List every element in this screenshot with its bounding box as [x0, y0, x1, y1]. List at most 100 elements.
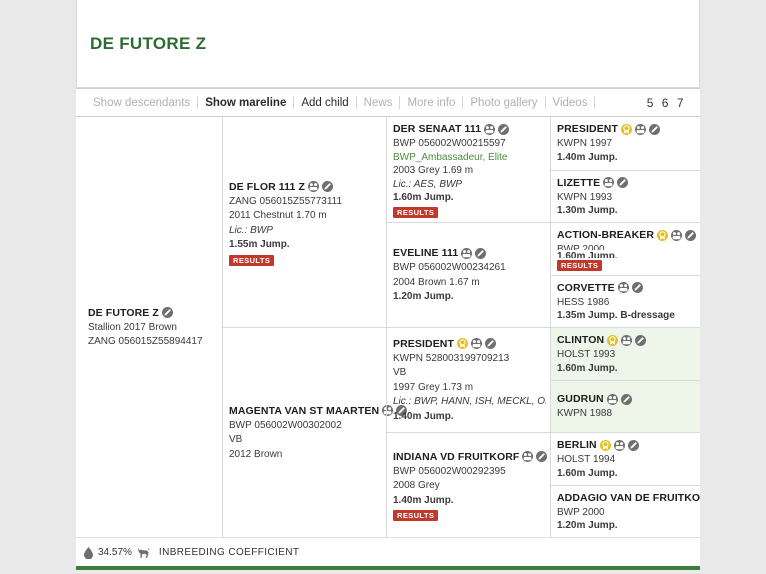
pedigree-icon[interactable] [613, 439, 625, 451]
edit-icon[interactable] [475, 247, 487, 259]
pedigree-cell[interactable]: CLINTON HOLST 1993 1.60m Jump. [551, 327, 700, 380]
pedigree-icon[interactable] [606, 393, 618, 405]
horse-name[interactable]: PRESIDENT [393, 338, 454, 350]
edit-icon[interactable] [620, 393, 632, 405]
pedigree-icon[interactable] [461, 247, 473, 259]
title-card: DE FUTORE Z [76, 0, 700, 88]
pedigree-icon[interactable] [617, 282, 629, 293]
horse-detail-line: BWP 056002W00234261 [393, 262, 506, 274]
horse-detail-line: KWPN 528003199709213 [393, 352, 510, 364]
horse-name[interactable]: ADDAGIO VAN DE FRUITKORF [557, 492, 700, 504]
pedigree-cell[interactable]: ACTION-BREAKER BWP 2000 1.60m Jump. RESULTS [551, 222, 700, 275]
pedigree-cell[interactable]: DER SENAAT 111 BWP 056002W00215597 BWP_Amb… [387, 117, 550, 222]
edit-icon[interactable] [649, 123, 660, 135]
nav-item-add-child[interactable]: Add child [294, 97, 355, 109]
pedigree-cell[interactable]: MAGENTA VAN ST MAARTEN BWP 056002W0030200… [223, 327, 408, 537]
horse-name[interactable]: GUDRUN [557, 393, 604, 405]
pedigree-icon[interactable] [621, 334, 633, 346]
horse-detail-line: Stallion 2017 Brown [88, 321, 177, 333]
horse-detail-line: Lic.: AES, BWP [393, 178, 463, 190]
edit-icon[interactable] [627, 439, 639, 451]
horse-name[interactable]: CLINTON [557, 334, 604, 346]
edit-icon[interactable] [685, 229, 697, 241]
horse-detail-line: 2012 Brown [229, 448, 283, 460]
horse-name[interactable]: ACTION-BREAKER [557, 229, 654, 241]
nav-item-news[interactable]: News [357, 97, 400, 109]
horse-name[interactable]: LIZETTE [557, 177, 600, 189]
horse-name[interactable]: CORVETTE [557, 282, 615, 294]
pedigree-cell[interactable]: ADDAGIO VAN DE FRUITKORF BWP 2000 1.20m Ju… [551, 484, 700, 538]
horse-detail-line: 1.40m Jump. [393, 494, 454, 506]
inbreeding-value: 34.57% [98, 547, 132, 558]
horse-name-line: ADDAGIO VAN DE FRUITKORF [557, 492, 700, 504]
nav-links: Show descendants Show mareline Add child Ne… [86, 96, 647, 109]
horse-icon [137, 547, 150, 559]
nav-item-more-info[interactable]: More info [400, 97, 462, 109]
pedigree-icon[interactable] [603, 177, 615, 188]
horse-name[interactable]: PRESIDENT [557, 123, 618, 135]
horse-detail-line: Lic.: BWP, HANN, ISH, MECKL, OLDBG,... [393, 396, 546, 408]
horse-detail-line: HOLST 1994 [557, 454, 616, 465]
horse-detail-line: 1.60m Jump. [393, 192, 454, 204]
horse-detail-line: KWPN 1993 [557, 191, 613, 203]
edit-icon[interactable] [635, 334, 647, 346]
pedigree-icon[interactable] [471, 338, 482, 350]
nav-item-show-descendants[interactable]: Show descendants [86, 97, 197, 109]
horse-detail-line: HESS 1986 [557, 296, 610, 308]
pedigree-icon[interactable] [635, 123, 646, 135]
pedigree-icon[interactable] [308, 181, 319, 192]
award-icon[interactable] [599, 439, 611, 451]
horse-name[interactable]: DER SENAAT 111 [393, 123, 481, 135]
edit-icon[interactable] [631, 282, 643, 293]
horse-name[interactable]: DE FUTORE Z [88, 307, 159, 319]
results-badge[interactable]: RESULTS [557, 259, 603, 271]
pedigree-cell[interactable]: CORVETTE HESS 1986 1.35m Jump. B-dressage [551, 274, 700, 328]
pedigree-cell[interactable]: PRESIDENT KWPN 528003199709213 VB 1997 Grey… [387, 327, 550, 432]
horse-detail-line: BWP_Ambassadeur, Elite [393, 151, 508, 163]
horse-name-line: EVELINE 111 [393, 247, 546, 259]
results-badge[interactable]: RESULTS [229, 254, 275, 266]
pedigree-cell[interactable]: EVELINE 111 BWP 056002W00234261 2004 Brown… [387, 222, 550, 327]
pedigree-cell[interactable]: GUDRUN KWPN 1988 [551, 379, 700, 432]
pedigree-cell[interactable]: PRESIDENT KWPN 1997 1.40m Jump. [551, 117, 700, 170]
edit-icon[interactable] [617, 177, 629, 188]
award-icon[interactable] [457, 338, 468, 350]
horse-name-line: BERLIN [557, 439, 696, 451]
horse-detail-line: 1.60m Jump. [557, 251, 618, 258]
horse-name[interactable]: INDIANA VD FRUITKORF [393, 451, 519, 463]
award-icon[interactable] [621, 123, 632, 135]
pedigree-cell[interactable]: DE FLOR 111 Z ZANG 056015Z55773111 2011 Ch… [223, 117, 386, 327]
edit-icon[interactable] [485, 338, 496, 350]
pedigree-icon[interactable] [522, 451, 534, 463]
results-badge[interactable]: RESULTS [393, 510, 439, 522]
pedigree-cell[interactable]: DE FUTORE Z Stallion 2017 Brown ZANG 05601… [82, 117, 222, 537]
horse-name-line: CLINTON [557, 334, 696, 346]
edit-icon[interactable] [161, 307, 173, 318]
inbreeding-label: INBREEDING COEFFICIENT [158, 547, 300, 558]
horse-name[interactable]: BERLIN [557, 439, 597, 451]
award-icon[interactable] [657, 229, 669, 241]
edit-icon[interactable] [322, 181, 333, 192]
horse-name[interactable]: EVELINE 111 [393, 247, 458, 259]
award-icon[interactable] [607, 334, 619, 346]
nav-item-show-mareline[interactable]: Show mareline [198, 97, 293, 109]
horse-detail-line: 1.40m Jump. [393, 410, 454, 422]
nav-item-videos[interactable]: Videos [546, 97, 595, 109]
edit-icon[interactable] [536, 451, 548, 463]
pedigree-icon[interactable] [484, 123, 496, 135]
pedigree-cell[interactable]: BERLIN HOLST 1994 1.60m Jump. [551, 432, 700, 485]
horse-name[interactable]: DE FLOR 111 Z [229, 181, 305, 193]
generation-selector[interactable]: 5 6 7 [647, 96, 688, 110]
pedigree-icon[interactable] [671, 229, 683, 241]
nav-item-photo-gallery[interactable]: Photo gallery [463, 97, 544, 109]
horse-detail-line: 2011 Chestnut 1.70 m [229, 210, 327, 221]
edit-icon[interactable] [498, 123, 510, 135]
pedigree-cell[interactable]: INDIANA VD FRUITKORF BWP 056002W00292395 2… [387, 432, 550, 537]
horse-detail-line: 1.55m Jump. [229, 239, 290, 250]
horse-name[interactable]: MAGENTA VAN ST MAARTEN [229, 405, 379, 417]
pedigree-column-2: DE FLOR 111 Z ZANG 056015Z55773111 2011 Ch… [222, 117, 408, 537]
horse-detail-line: BWP 056002W00302002 [229, 419, 342, 431]
results-badge[interactable]: RESULTS [393, 206, 439, 218]
pedigree-column-4: PRESIDENT KWPN 1997 1.40m Jump. LIZETTE KWPN… [550, 117, 700, 537]
pedigree-cell[interactable]: LIZETTE KWPN 1993 1.30m Jump. [551, 169, 700, 223]
